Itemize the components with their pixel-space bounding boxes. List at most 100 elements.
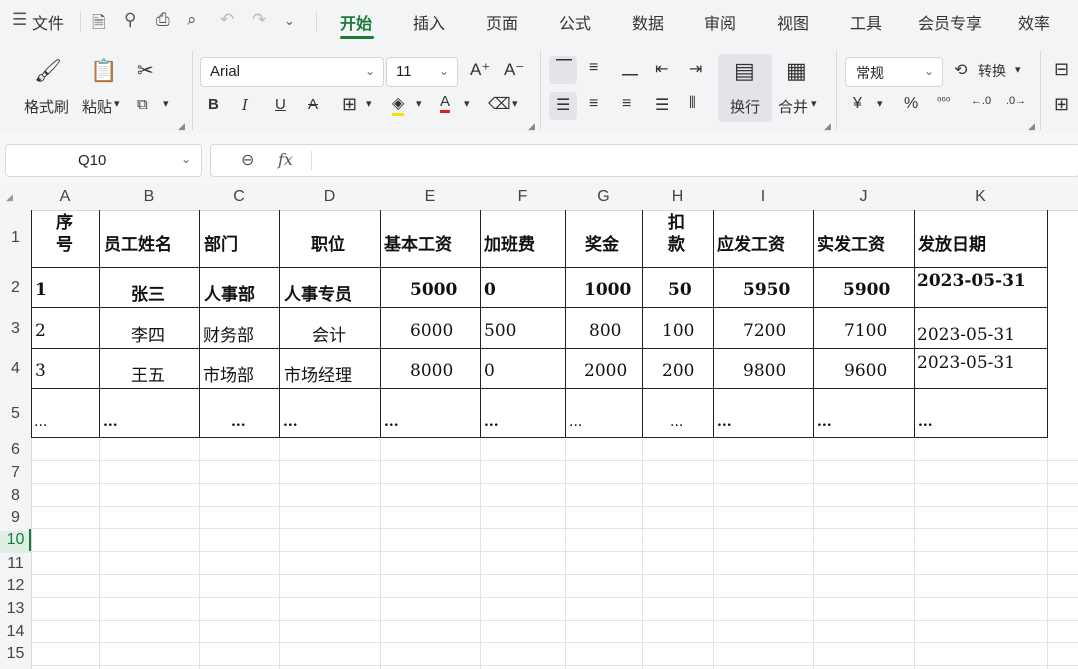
font-size-select[interactable]: 11 ⌄ <box>386 57 458 87</box>
group-launcher-icon[interactable]: ◢ <box>528 121 535 132</box>
tab-data[interactable]: 数据 <box>632 10 664 34</box>
column-header-j[interactable]: J <box>813 188 914 206</box>
tab-efficiency[interactable]: 效率 <box>1018 10 1050 34</box>
cell-f5[interactable]: ... <box>484 414 499 430</box>
cell-k3[interactable]: 2023-05-31 <box>917 325 1015 345</box>
convert-label[interactable]: 转换 <box>978 61 1006 81</box>
column-header-h[interactable]: H <box>642 188 713 206</box>
row-header-7[interactable]: 7 <box>0 464 31 482</box>
cell-a4[interactable]: 3 <box>35 361 46 381</box>
cell-k1[interactable]: 发放日期 <box>918 230 986 255</box>
row-header-2[interactable]: 2 <box>0 279 31 297</box>
redo-icon[interactable]: ↷ <box>252 10 266 30</box>
strikethrough-icon[interactable]: A <box>308 96 318 113</box>
row-header-15[interactable]: 15 <box>0 645 31 663</box>
cell-j5[interactable]: ... <box>817 414 832 430</box>
cell-a2[interactable]: 1 <box>35 280 47 300</box>
cell-j1[interactable]: 实发工资 <box>817 230 885 255</box>
fx-icon[interactable]: fx <box>278 150 293 169</box>
font-name-select[interactable]: Arial ⌄ <box>200 57 384 87</box>
column-header-c[interactable]: C <box>199 188 279 206</box>
cell-i1[interactable]: 应发工资 <box>717 230 785 255</box>
cell-h4[interactable]: 200 <box>662 361 694 381</box>
cell-a1[interactable]: 序号 <box>56 212 73 256</box>
border-icon[interactable]: ⊞ <box>342 94 357 115</box>
cell-i5[interactable]: ... <box>717 414 732 430</box>
cell-b4[interactable]: 王五 <box>131 361 165 386</box>
column-header-d[interactable]: D <box>279 188 380 206</box>
increase-indent-icon[interactable]: ⇥ <box>689 59 702 79</box>
thousands-separator-icon[interactable]: ⁰⁰⁰ <box>937 95 950 108</box>
tab-page[interactable]: 页面 <box>486 10 518 34</box>
cell-b3[interactable]: 李四 <box>131 321 165 346</box>
cut-icon[interactable]: ✂ <box>137 58 154 83</box>
cell-k2[interactable]: 2023-05-31 <box>917 271 1026 291</box>
cell-e5[interactable]: ... <box>384 414 399 430</box>
zoom-formula-icon[interactable]: ⊖ <box>241 150 254 170</box>
row-header-9[interactable]: 9 <box>0 509 31 527</box>
chevron-down-icon[interactable]: ▾ <box>464 97 470 110</box>
cell-a3[interactable]: 2 <box>35 321 46 341</box>
column-header-f[interactable]: F <box>480 188 565 206</box>
row-header-12[interactable]: 12 <box>0 577 31 595</box>
chevron-down-icon[interactable]: ▾ <box>811 97 817 110</box>
row-header-3[interactable]: 3 <box>0 320 31 338</box>
name-box[interactable]: Q10 ⌄ <box>5 144 202 177</box>
print-preview-icon[interactable]: ⌕ <box>187 10 197 30</box>
cell-c3[interactable]: 财务部 <box>203 321 254 346</box>
cell-g4[interactable]: 2000 <box>584 361 627 381</box>
format-painter-icon[interactable]: 🖌 <box>34 58 62 84</box>
cell-h3[interactable]: 100 <box>662 321 694 341</box>
column-header-b[interactable]: B <box>99 188 199 206</box>
column-header-k[interactable]: K <box>914 188 1047 206</box>
tab-member[interactable]: 会员专享 <box>918 10 982 34</box>
cell-c4[interactable]: 市场部 <box>203 361 254 386</box>
share-icon[interactable]: ⚲ <box>124 10 136 30</box>
cell-c1[interactable]: 部门 <box>204 230 238 255</box>
cell-f2[interactable]: 0 <box>484 280 496 300</box>
merge-label[interactable]: 合并 <box>778 96 808 117</box>
currency-icon[interactable]: ¥ <box>853 95 862 113</box>
convert-icon[interactable]: ⟲ <box>954 60 967 80</box>
row-header-4[interactable]: 4 <box>0 360 31 378</box>
column-header-g[interactable]: G <box>565 188 642 206</box>
align-bottom-icon[interactable]: ⎽ <box>622 59 638 77</box>
chevron-down-icon[interactable]: ⌄ <box>284 13 295 29</box>
cell-e2[interactable]: 5000 <box>410 280 457 300</box>
cell-j3[interactable]: 7100 <box>844 321 887 341</box>
group-launcher-icon[interactable]: ◢ <box>824 121 831 132</box>
cell-k5[interactable]: ... <box>918 414 933 430</box>
row-header-10[interactable]: 10 <box>0 531 31 553</box>
chevron-down-icon[interactable]: ▾ <box>877 97 883 110</box>
cell-e4[interactable]: 8000 <box>410 361 453 381</box>
cell-j2[interactable]: 5900 <box>843 280 890 300</box>
align-center-icon[interactable]: ≡ <box>589 95 598 113</box>
row-header-13[interactable]: 13 <box>0 600 31 618</box>
tab-insert[interactable]: 插入 <box>413 10 445 34</box>
decrease-font-icon[interactable]: A⁻ <box>504 60 524 80</box>
chevron-down-icon[interactable]: ▾ <box>1015 63 1021 76</box>
chevron-down-icon[interactable]: ▾ <box>163 97 169 110</box>
group-launcher-icon[interactable]: ◢ <box>178 121 185 132</box>
cell-d3[interactable]: 会计 <box>312 321 346 346</box>
chevron-down-icon[interactable]: ▾ <box>114 97 120 110</box>
cell-f3[interactable]: 500 <box>484 321 516 341</box>
cell-d4[interactable]: 市场经理 <box>284 361 352 386</box>
save-icon[interactable]: 🗎 <box>92 10 106 39</box>
cell-h2[interactable]: 50 <box>668 280 692 300</box>
justify-icon[interactable]: ☰ <box>655 95 669 115</box>
column-header-e[interactable]: E <box>380 188 480 206</box>
tab-view[interactable]: 视图 <box>777 10 809 34</box>
row-header-6[interactable]: 6 <box>0 441 31 459</box>
chevron-down-icon[interactable]: ▾ <box>366 97 372 110</box>
cell-h1[interactable]: 扣款 <box>668 212 685 256</box>
paste-label[interactable]: 粘贴 <box>82 96 112 117</box>
chevron-down-icon[interactable]: ▾ <box>416 97 422 110</box>
cell-c2[interactable]: 人事部 <box>204 280 255 305</box>
cell-d5[interactable]: ... <box>283 414 298 430</box>
row-header-5[interactable]: 5 <box>0 405 31 423</box>
cell-g3[interactable]: 800 <box>589 321 621 341</box>
select-all-icon[interactable]: ◢ <box>6 192 13 203</box>
tab-formula[interactable]: 公式 <box>559 10 591 34</box>
row-header-1[interactable]: 1 <box>0 229 31 247</box>
